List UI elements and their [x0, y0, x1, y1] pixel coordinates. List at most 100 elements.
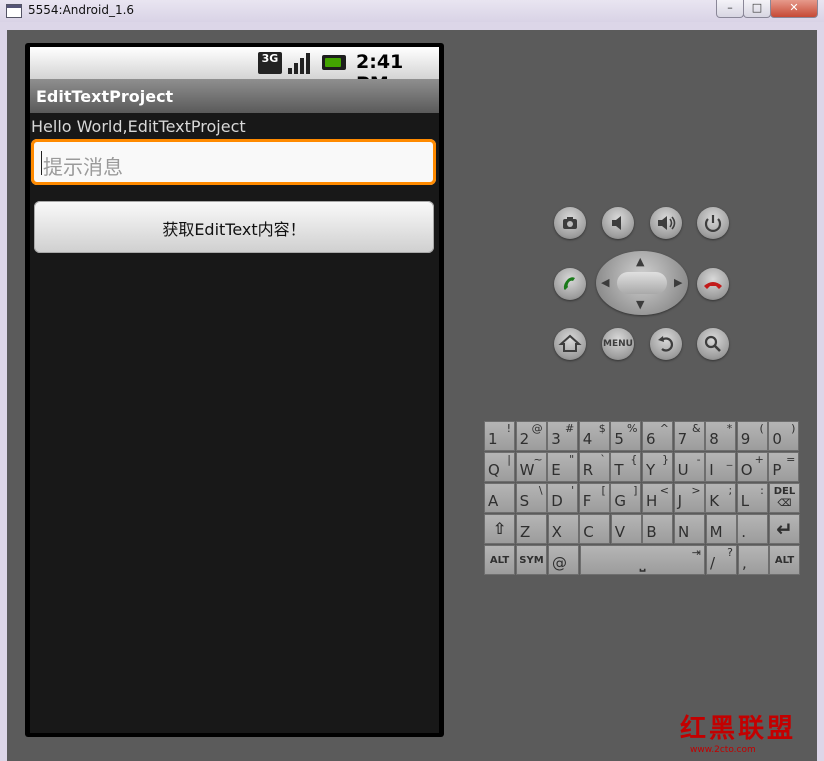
key-o[interactable]: O +	[736, 452, 768, 482]
key-secondary-label: !	[506, 422, 511, 435]
dpad-up-icon[interactable]: ▲	[636, 255, 644, 268]
key-at[interactable]: @	[548, 545, 579, 575]
key-label: E	[551, 461, 561, 479]
edit-text-field[interactable]: 提示消息	[31, 139, 436, 185]
edit-text-placeholder: 提示消息	[43, 155, 123, 179]
key-z[interactable]: Z	[516, 514, 547, 544]
key-k[interactable]: K;	[705, 483, 737, 513]
key-secondary-label: ^	[659, 422, 669, 435]
app-title-bar: EditTextProject	[30, 79, 439, 113]
key-label: Q	[488, 461, 500, 479]
key-g[interactable]: G]	[610, 483, 642, 513]
key-3[interactable]: 3 #	[547, 421, 579, 451]
key-2[interactable]: 2 @	[515, 421, 547, 451]
key-l[interactable]: L:	[736, 483, 768, 513]
key-d[interactable]: D '	[547, 483, 579, 513]
power-icon[interactable]	[697, 207, 729, 239]
key-7[interactable]: 7 &	[673, 421, 705, 451]
back-icon[interactable]	[650, 328, 682, 360]
camera-icon[interactable]	[554, 207, 586, 239]
key-v[interactable]: V	[610, 514, 642, 544]
app-content: Hello World,EditTextProject 提示消息 获取EditT…	[30, 113, 439, 733]
key-4[interactable]: 4 $	[578, 421, 610, 451]
key-comma[interactable]: ,	[738, 545, 769, 575]
key-label: L	[740, 492, 750, 510]
key-label: O	[740, 461, 753, 479]
key-y[interactable]: Y}	[642, 452, 673, 482]
key-label: 8	[709, 430, 719, 448]
key-secondary-label: '	[571, 484, 575, 497]
minimize-button[interactable]: –	[716, 0, 744, 18]
key-secondary-label: )	[791, 422, 796, 435]
key-j[interactable]: J >	[673, 483, 705, 513]
key-1[interactable]: 1!	[484, 421, 515, 451]
key-i[interactable]: I _	[705, 452, 737, 482]
key-alt-left[interactable]: ALT	[484, 545, 515, 575]
key-del[interactable]: DEL ⌫	[769, 483, 800, 513]
dpad-right-icon[interactable]: ▶	[674, 276, 682, 289]
key-secondary-label: =	[786, 453, 796, 466]
key-h[interactable]: H <	[642, 483, 673, 513]
volume-up-icon[interactable]	[650, 207, 682, 239]
volume-down-icon[interactable]	[602, 207, 634, 239]
enter-key-icon[interactable]: ↵	[769, 514, 800, 544]
key-w[interactable]: W ~	[515, 452, 547, 482]
search-icon[interactable]	[697, 328, 729, 360]
key-secondary-label: [	[601, 484, 606, 497]
key-m[interactable]: M	[705, 514, 737, 544]
key-label: B	[646, 523, 657, 541]
key-label: H	[646, 492, 658, 510]
maximize-button[interactable]: □	[743, 0, 771, 18]
dpad-left-icon[interactable]: ◀	[601, 276, 609, 289]
key-t[interactable]: T{	[610, 452, 642, 482]
key-label: N	[678, 523, 690, 541]
key-label: U	[677, 461, 689, 479]
window-titlebar: 5554:Android_1.6 – □ ✕	[0, 0, 824, 22]
key-p[interactable]: P =	[768, 452, 800, 482]
key-secondary-label: }	[662, 453, 669, 466]
end-call-icon[interactable]	[697, 268, 729, 300]
key-secondary-label: (	[759, 422, 764, 435]
key-label: F	[582, 492, 592, 510]
key-q[interactable]: Q |	[484, 452, 515, 482]
key-0[interactable]: 0)	[768, 421, 800, 451]
key-8[interactable]: 8 *	[705, 421, 737, 451]
key-secondary-label: ]	[633, 484, 638, 497]
key-secondary-label: \	[538, 484, 543, 497]
key-s[interactable]: S \	[515, 483, 547, 513]
menu-button[interactable]: MENU	[602, 328, 634, 360]
key-5[interactable]: 5%	[610, 421, 642, 451]
dpad-center-button[interactable]	[617, 272, 667, 294]
key-c[interactable]: C	[579, 514, 611, 544]
home-icon[interactable]	[554, 328, 586, 360]
key-label: 6	[646, 430, 656, 448]
key-period[interactable]: .	[737, 514, 769, 544]
get-edittext-button[interactable]: 获取EditText内容！	[34, 201, 434, 253]
key-secondary-label: -	[696, 453, 701, 466]
watermark-url: www.2cto.com	[690, 745, 756, 755]
key-secondary-label: "	[569, 453, 575, 466]
key-b[interactable]: B	[642, 514, 674, 544]
key-n[interactable]: N	[674, 514, 705, 544]
key-f[interactable]: F[	[578, 483, 610, 513]
key-label: Z	[520, 523, 531, 541]
space-key[interactable]: ⎵ ⇥	[580, 545, 705, 575]
key-9[interactable]: 9(	[736, 421, 768, 451]
key-u[interactable]: U-	[673, 452, 705, 482]
key-x[interactable]: X	[547, 514, 579, 544]
key-secondary-label: +	[754, 453, 764, 466]
key-6[interactable]: 6 ^	[642, 421, 673, 451]
dpad-down-icon[interactable]: ▼	[636, 298, 644, 311]
key-slash[interactable]: /?	[706, 545, 737, 575]
key-e[interactable]: E "	[547, 452, 579, 482]
app-window-icon	[6, 4, 22, 18]
key-r[interactable]: R `	[578, 452, 610, 482]
call-icon[interactable]	[554, 268, 586, 300]
key-label: J	[677, 492, 683, 510]
close-button[interactable]: ✕	[770, 0, 818, 18]
key-sym[interactable]: SYM	[516, 545, 547, 575]
watermark-logo: 红黑联盟	[680, 714, 797, 744]
key-a[interactable]: A	[484, 483, 515, 513]
shift-key-icon[interactable]: ⇧	[484, 514, 515, 544]
key-alt-right[interactable]: ALT	[769, 545, 800, 575]
